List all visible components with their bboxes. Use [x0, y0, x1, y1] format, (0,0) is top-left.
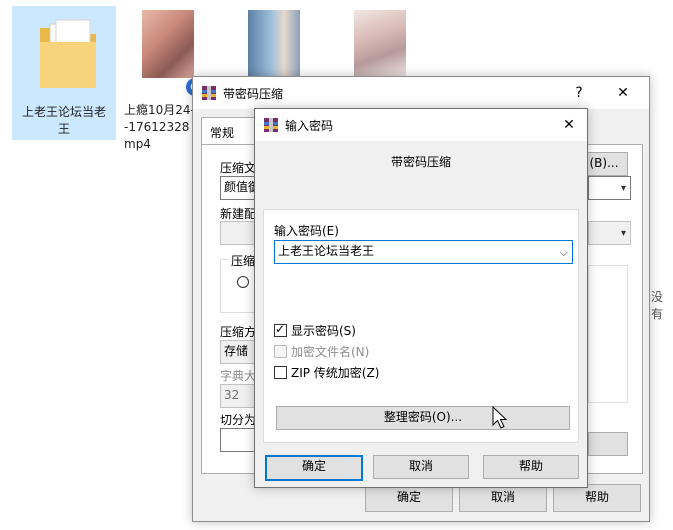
tab-general-label: 常规	[210, 126, 235, 140]
options-group	[588, 265, 628, 403]
file-item-label: 上老王论坛当老王	[21, 105, 106, 136]
help-title-button[interactable]: ?	[569, 83, 589, 103]
split-volume-label: 切分为	[220, 413, 257, 427]
folder-icon	[40, 19, 96, 88]
password-input[interactable]: 上老王论坛当老王 ⌵	[274, 240, 573, 264]
side-text: 没有	[651, 290, 664, 321]
parent-help-button[interactable]: 帮助	[553, 484, 641, 512]
close-title-button[interactable]: ✕	[613, 83, 633, 103]
encrypt-filenames-label: 加密文件名(N)	[291, 345, 370, 359]
browse-button-label: (B)...	[589, 156, 619, 170]
video-thumbnail[interactable]	[248, 10, 300, 78]
archive-dialog-titlebar[interactable]: 带密码压缩 ? ✕	[193, 77, 649, 109]
password-help-label: 帮助	[518, 459, 543, 473]
method-label: 压缩方	[220, 325, 257, 339]
parent-help-label: 帮助	[584, 490, 609, 504]
password-ok-label: 确定	[301, 459, 326, 473]
tab-general[interactable]: 常规	[201, 117, 257, 146]
password-ok-button[interactable]: 确定	[265, 455, 363, 481]
file-item-video[interactable]: 上瘾10月24--17612328 mp4	[124, 102, 198, 153]
password-label: 输入密码(E)	[274, 224, 339, 238]
chevron-down-icon: ⌵	[559, 246, 568, 259]
password-dialog-titlebar[interactable]: 输入密码 ✕	[255, 109, 587, 141]
password-dialog-heading: 带密码压缩	[390, 155, 451, 169]
password-panel: 输入密码(E) 上老王论坛当老王 ⌵ ✓ 显示密码(S) 加密文件名(N) ZI…	[263, 209, 579, 443]
organize-passwords-label: 整理密码(O)...	[383, 410, 463, 424]
password-help-button[interactable]: 帮助	[483, 455, 579, 479]
parent-ok-label: 确定	[396, 490, 421, 504]
parent-cancel-label: 取消	[490, 490, 515, 504]
mouse-cursor-icon	[492, 406, 508, 429]
password-value: 上老王论坛当老王	[278, 244, 375, 258]
chevron-down-icon: ▾	[620, 183, 626, 194]
video-thumbnail[interactable]	[142, 10, 194, 78]
dictionary-size-label: 字典大	[220, 369, 257, 383]
new-config-label: 新建配	[220, 207, 257, 221]
password-dialog-title: 输入密码	[285, 119, 334, 133]
winrar-icon	[202, 86, 216, 100]
encrypt-filenames-checkbox	[274, 345, 287, 358]
file-item-label: 上瘾10月24--17612328 mp4	[124, 103, 195, 151]
password-dialog: 输入密码 ✕ 带密码压缩 输入密码(E) 上老王论坛当老王 ⌵ ✓ 显示密码(S…	[254, 108, 588, 488]
dictionary-size-value: 32	[224, 388, 240, 402]
zip-legacy-label: ZIP 传统加密(Z)	[291, 366, 380, 380]
parent-ok-button[interactable]: 确定	[365, 484, 453, 512]
winrar-icon	[264, 118, 278, 132]
show-password-checkbox[interactable]: ✓	[274, 322, 287, 337]
password-cancel-label: 取消	[408, 459, 433, 473]
archive-dialog-title: 带密码压缩	[223, 87, 284, 101]
right-hidden-button[interactable]	[588, 432, 628, 456]
format-radio[interactable]	[237, 276, 249, 288]
password-cancel-button[interactable]: 取消	[373, 455, 469, 479]
config-dropdown-right[interactable]: ▾	[588, 221, 631, 245]
method-value: 存储	[224, 344, 249, 358]
archive-name-dropdown[interactable]: ▾	[588, 176, 631, 200]
archive-name-label: 压缩文	[220, 161, 257, 175]
organize-passwords-button[interactable]: 整理密码(O)...	[276, 406, 570, 430]
chevron-down-icon: ▾	[620, 228, 626, 239]
file-item-folder[interactable]: 上老王论坛当老王	[12, 6, 116, 140]
parent-cancel-button[interactable]: 取消	[459, 484, 547, 512]
video-thumbnail[interactable]	[354, 10, 406, 78]
zip-legacy-checkbox[interactable]	[274, 366, 287, 379]
checkmark-icon: ✓	[275, 322, 286, 336]
close-password-dialog-button[interactable]: ✕	[559, 115, 579, 135]
show-password-label: 显示密码(S)	[291, 324, 356, 338]
